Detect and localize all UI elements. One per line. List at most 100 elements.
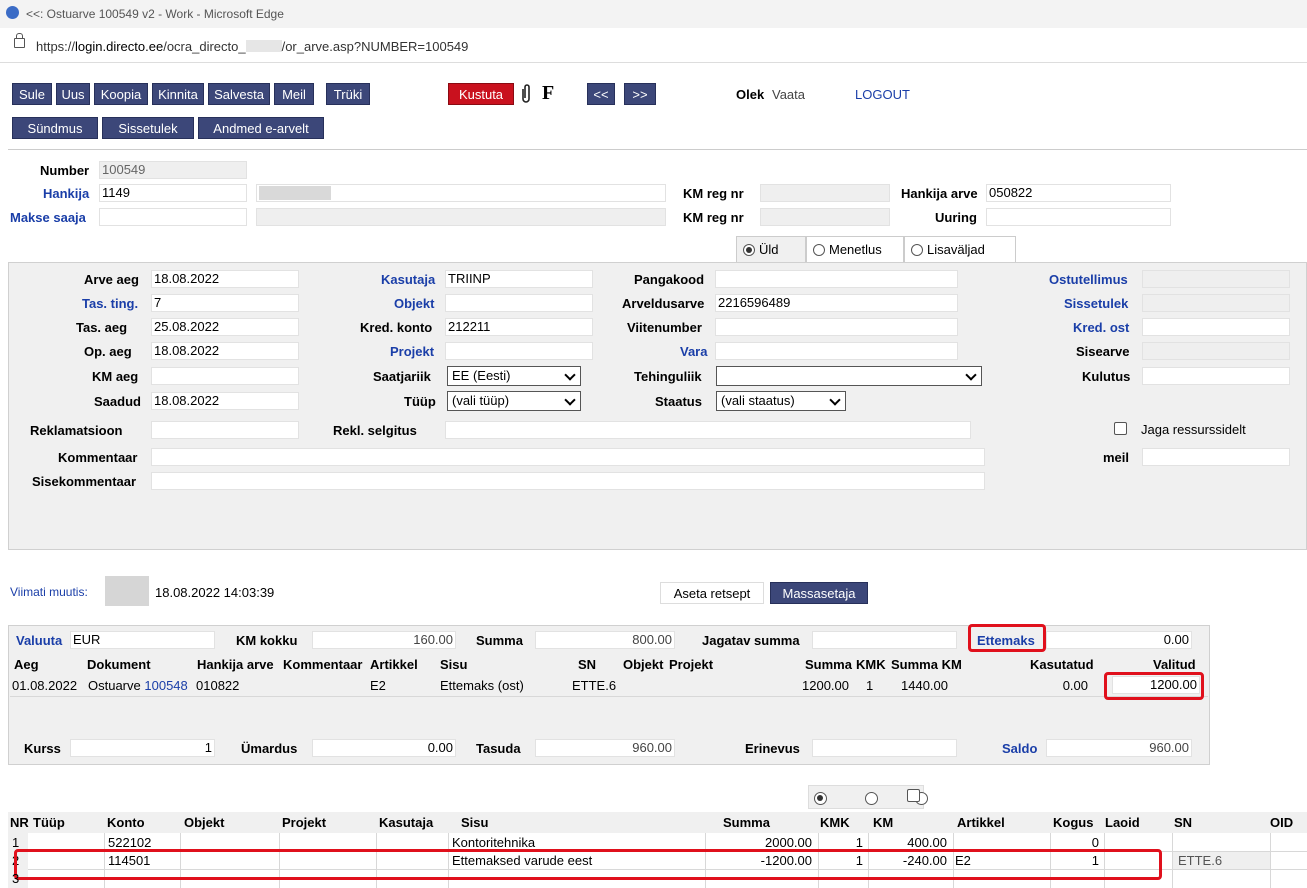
row1-kmk[interactable]: 1 <box>819 835 863 850</box>
next-button[interactable]: >> <box>624 83 656 105</box>
kred-ost-field[interactable] <box>1142 318 1290 336</box>
view-radio-2[interactable] <box>864 792 878 805</box>
kurss-field[interactable]: 1 <box>70 739 215 757</box>
tas-ting-link[interactable]: Tas. ting. <box>82 296 138 311</box>
tab-uld[interactable]: Üld <box>736 236 806 262</box>
meil-button[interactable]: Meil <box>274 83 314 105</box>
aseta-retsept-button[interactable]: Aseta retsept <box>660 582 764 604</box>
row1-nr: 1 <box>12 835 20 850</box>
paperclip-icon[interactable] <box>520 83 532 105</box>
window-title: <<: Ostuarve 100549 v2 - Work - Microsof… <box>26 7 284 21</box>
saatjariik-select[interactable]: EE (Eesti) <box>447 366 581 386</box>
logout-link[interactable]: LOGOUT <box>855 87 910 102</box>
koopia-button[interactable]: Koopia <box>94 83 148 105</box>
kasutaja-link[interactable]: Kasutaja <box>381 272 435 287</box>
staatus-select[interactable]: (vali staatus) <box>716 391 846 411</box>
erinevus-label: Erinevus <box>745 741 800 756</box>
f-button[interactable]: F <box>542 82 554 105</box>
kulutus-field[interactable] <box>1142 367 1290 385</box>
ettemaks-field[interactable]: 0.00 <box>1046 631 1192 649</box>
valuuta-link[interactable]: Valuuta <box>16 633 62 648</box>
projekt-field[interactable] <box>445 342 593 360</box>
row1-sisu[interactable]: Kontoritehnika <box>452 835 535 850</box>
tehinguliik-select[interactable] <box>716 366 982 386</box>
saatjariik-label: Saatjariik <box>373 369 431 384</box>
uus-button[interactable]: Uus <box>56 83 90 105</box>
tab-lisavaljad[interactable]: Lisaväljad <box>904 236 1016 262</box>
col-valitud: Valitud <box>1153 657 1196 672</box>
ostutellimus-link[interactable]: Ostutellimus <box>1049 272 1128 287</box>
row1-summa[interactable]: 2000.00 <box>706 835 812 850</box>
uuring-field[interactable] <box>986 208 1171 226</box>
col-aeg: Aeg <box>14 657 39 672</box>
truki-button[interactable]: Trüki <box>326 83 370 105</box>
url-text[interactable]: https://login.directo.ee/ocra_directo_/o… <box>36 39 468 54</box>
address-bar[interactable]: https://login.directo.ee/ocra_directo_/o… <box>0 28 1307 63</box>
op-aeg-field[interactable]: 18.08.2022 <box>151 342 299 360</box>
andmed-earvelt-button[interactable]: Andmed e-arvelt <box>198 117 324 139</box>
rekl-selgitus-field[interactable] <box>445 421 971 439</box>
hankija-field[interactable]: 1149 <box>99 184 247 202</box>
saldo-link[interactable]: Saldo <box>1002 741 1037 756</box>
tas-ting-field[interactable]: 7 <box>151 294 299 312</box>
meil-field[interactable] <box>1142 448 1290 466</box>
reklamatsioon-field[interactable] <box>151 421 299 439</box>
dokument-link[interactable]: 100548 <box>144 678 187 693</box>
jaga-checkbox[interactable] <box>1114 422 1127 435</box>
vara-link[interactable]: Vara <box>680 344 707 359</box>
viitenumber-field[interactable] <box>715 318 958 336</box>
prev-button[interactable]: << <box>587 83 615 105</box>
tyyp-select[interactable]: (vali tüüp) <box>447 391 581 411</box>
salvesta-button[interactable]: Salvesta <box>208 83 270 105</box>
hankija-arve-field[interactable]: 050822 <box>986 184 1171 202</box>
arveldusarve-field[interactable]: 2216596489 <box>715 294 958 312</box>
makse-saaja-field[interactable] <box>99 208 247 226</box>
col-kommentaar: Kommentaar <box>283 657 363 672</box>
kred-ost-link[interactable]: Kred. ost <box>1073 320 1129 335</box>
pangakood-label: Pangakood <box>634 272 705 287</box>
hankija-link[interactable]: Hankija <box>43 186 89 201</box>
sundmus-button[interactable]: Sündmus <box>12 117 98 139</box>
view-radio-1[interactable] <box>814 792 827 805</box>
sissetulek-button[interactable]: Sissetulek <box>102 117 194 139</box>
jagatav-field[interactable] <box>812 631 957 649</box>
row1-konto[interactable]: 522102 <box>108 835 151 850</box>
sule-button[interactable]: Sule <box>12 83 52 105</box>
projekt-link[interactable]: Projekt <box>390 344 434 359</box>
kasutaja-field[interactable]: TRIINP <box>445 270 593 288</box>
massasetaja-button[interactable]: Massasetaja <box>770 582 868 604</box>
umardus-field[interactable]: 0.00 <box>312 739 456 757</box>
col-summa-km: Summa KM <box>891 657 962 672</box>
arve-aeg-label: Arve aeg <box>84 272 139 287</box>
kommentaar-field[interactable] <box>151 448 985 466</box>
row1-km[interactable]: 400.00 <box>869 835 947 850</box>
objekt-field[interactable] <box>445 294 593 312</box>
hankija-name-field[interactable] <box>256 184 666 202</box>
valuuta-field[interactable]: EUR <box>70 631 215 649</box>
kmreg2-field <box>760 208 890 226</box>
saadud-field[interactable]: 18.08.2022 <box>151 392 299 410</box>
rcol-kogus: Kogus <box>1053 815 1094 830</box>
objekt-link[interactable]: Objekt <box>394 296 434 311</box>
kurss-label: Kurss <box>24 741 61 756</box>
rcol-sisu: Sisu <box>461 815 489 830</box>
arve-aeg-field[interactable]: 18.08.2022 <box>151 270 299 288</box>
kustuta-button[interactable]: Kustuta <box>448 83 514 105</box>
view-checkbox[interactable] <box>907 789 920 802</box>
tab-menetlus[interactable]: Menetlus <box>806 236 904 262</box>
highlight-valitud <box>1104 672 1204 700</box>
sisekommentaar-label: Sisekommentaar <box>32 474 137 489</box>
rcol-konto: Konto <box>107 815 145 830</box>
kinnita-button[interactable]: Kinnita <box>152 83 204 105</box>
blurred-user <box>105 576 149 606</box>
row1-kogus[interactable]: 0 <box>1051 835 1099 850</box>
kred-konto-field[interactable]: 212211 <box>445 318 593 336</box>
km-aeg-field[interactable] <box>151 367 299 385</box>
makse-saaja-link[interactable]: Makse saaja <box>10 210 86 225</box>
pangakood-field[interactable] <box>715 270 958 288</box>
tas-aeg-field[interactable]: 25.08.2022 <box>151 318 299 336</box>
sisekommentaar-field[interactable] <box>151 472 985 490</box>
vara-field[interactable] <box>715 342 958 360</box>
makse-saaja-name-field <box>256 208 666 226</box>
sissetulek-link[interactable]: Sissetulek <box>1064 296 1128 311</box>
